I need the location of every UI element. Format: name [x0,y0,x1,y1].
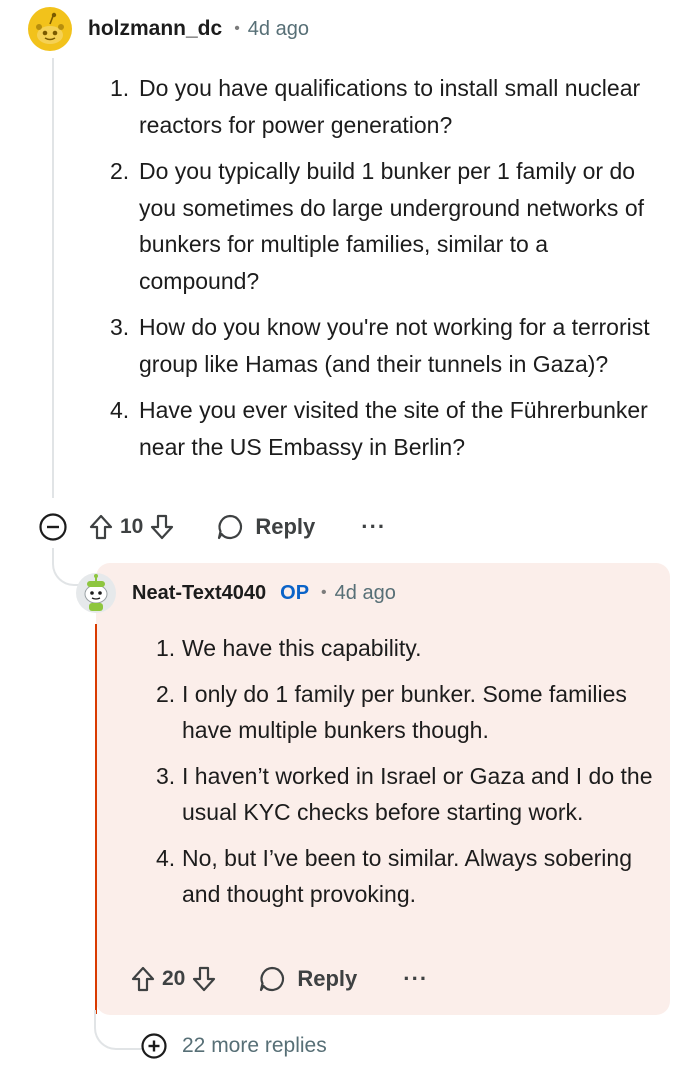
downvote-arrow-icon[interactable] [191,965,217,993]
more-options-icon[interactable]: ··· [403,966,428,992]
list-item: 1. Do you have qualifications to install… [110,70,670,143]
reply-label: Reply [255,514,316,539]
list-item: 4. Have you ever visited the site of the… [110,392,670,465]
speech-bubble-icon [257,964,287,994]
more-options-icon[interactable]: ··· [361,514,386,540]
snoo-avatar-icon [36,12,64,44]
avatar[interactable] [76,573,116,613]
list-item-text: Have you ever visited the site of the Fü… [139,397,648,460]
upvote-arrow-icon[interactable] [88,513,114,541]
more-replies-button[interactable]: 22 more replies [140,1032,327,1060]
comment-body-list: 1. Do you have qualifications to install… [110,70,670,475]
list-item: 2. Do you typically build 1 bunker per 1… [110,153,670,299]
reply-body-list: 1. We have this capability. 2. I only do… [156,630,666,922]
collapse-minus-icon[interactable] [38,512,68,542]
more-replies-label: 22 more replies [182,1034,327,1057]
reply-label: Reply [297,966,358,991]
comment-timestamp[interactable]: 4d ago [248,18,309,41]
reply-action-bar: 20 Reply ··· [130,964,428,994]
list-item-text: I only do 1 family per bunker. Some fami… [182,680,627,744]
reply-thread-line [95,624,97,1014]
comment-username[interactable]: holzmann_dc [88,17,222,41]
list-item: 2. I only do 1 family per bunker. Some f… [156,676,666,749]
list-item-number: 1. [156,635,176,661]
list-item: 1. We have this capability. [156,630,666,667]
comment-action-bar: 10 Reply ··· [38,512,386,542]
list-item-text: No, but I’ve been to similar. Always sob… [182,844,633,908]
list-item: 3. How do you know you're not working fo… [110,309,670,382]
list-item-number: 3. [110,314,130,340]
list-item: 4. No, but I’ve been to similar. Always … [156,840,666,913]
list-item: 3. I haven’t worked in Israel or Gaza an… [156,758,666,831]
vote-count: 20 [162,967,186,990]
vote-count: 10 [120,515,144,538]
list-item-number: 1. [110,75,130,101]
thread-line [52,58,54,498]
upvote-arrow-icon[interactable] [130,965,156,993]
reply-username[interactable]: Neat-Text4040 [132,582,266,605]
list-item-text: I haven’t worked in Israel or Gaza and I… [182,762,653,826]
reply-header: Neat-Text4040 OP • 4d ago [76,570,396,616]
meta-separator: • [234,20,240,37]
avatar[interactable] [28,7,72,51]
list-item-number: 2. [156,680,176,707]
more-replies-branch [94,1010,142,1050]
comment-header: holzmann_dc • 4d ago [28,6,309,52]
list-item-text: How do you know you're not working for a… [139,314,650,377]
list-item-number: 3. [156,762,176,789]
list-item-text: We have this capability. [182,635,422,661]
list-item-text: Do you have qualifications to install sm… [139,75,641,138]
downvote-arrow-icon[interactable] [149,513,175,541]
reply-timestamp[interactable]: 4d ago [335,582,396,605]
list-item-number: 4. [156,844,176,871]
meta-separator: • [321,584,327,601]
op-badge: OP [280,581,310,604]
reply-button[interactable]: Reply [257,964,357,994]
list-item-number: 4. [110,397,130,423]
speech-bubble-icon [215,512,245,542]
snoo-avatar-icon [84,574,108,611]
list-item-text: Do you typically build 1 bunker per 1 fa… [139,158,645,294]
reply-button[interactable]: Reply [215,512,315,542]
expand-plus-icon [140,1032,168,1060]
list-item-number: 2. [110,158,130,184]
